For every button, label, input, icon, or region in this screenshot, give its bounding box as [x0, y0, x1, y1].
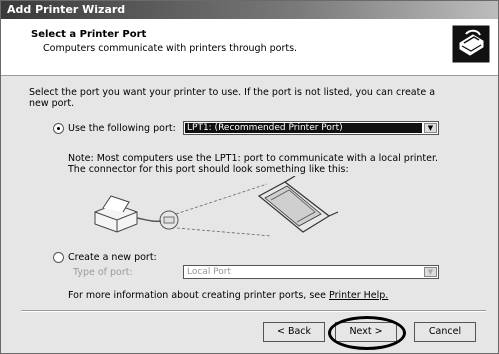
create-new-port-label[interactable]: Create a new port:: [68, 252, 157, 263]
printer-help-link[interactable]: Printer Help.: [329, 290, 388, 301]
more-info-text: For more information about creating prin…: [68, 290, 388, 301]
port-select[interactable]: LPT1: (Recommended Printer Port) ▼: [183, 121, 439, 135]
page-subtitle: Computers communicate with printers thro…: [43, 43, 298, 54]
title-bar: Add Printer Wizard: [1, 1, 498, 19]
wizard-header: Select a Printer Port Computers communic…: [1, 19, 498, 76]
create-new-port-radio[interactable]: [53, 252, 64, 263]
note-line-1: Note: Most computers use the LPT1: port …: [68, 153, 439, 164]
note-line-2: The connector for this port should look …: [68, 164, 349, 175]
use-following-port-label[interactable]: Use the following port:: [68, 123, 176, 134]
chevron-down-icon[interactable]: ▼: [424, 267, 437, 277]
cancel-button[interactable]: Cancel: [414, 322, 476, 342]
use-following-port-radio[interactable]: [53, 123, 64, 134]
chevron-down-icon[interactable]: ▼: [424, 123, 437, 133]
printer-parallel-cable-illustration: [94, 176, 339, 237]
type-of-port-label: Type of port:: [73, 267, 133, 278]
port-select-value: LPT1: (Recommended Printer Port): [185, 123, 422, 133]
more-info-label: For more information about creating prin…: [68, 290, 326, 301]
next-button-highlight-ellipse: [328, 316, 406, 350]
window-title: Add Printer Wizard: [7, 3, 126, 16]
footer-divider: [21, 310, 486, 312]
back-button[interactable]: < Back: [263, 322, 325, 342]
port-type-select[interactable]: Local Port ▼: [183, 265, 439, 279]
add-printer-wizard-window: Add Printer Wizard Select a Printer Port…: [0, 0, 499, 354]
port-type-select-value: Local Port: [187, 267, 232, 277]
page-title: Select a Printer Port: [31, 29, 147, 40]
instruction-line-2: new port.: [29, 98, 75, 109]
instruction-line-1: Select the port you want your printer to…: [29, 87, 436, 98]
printer-wizard-icon: [452, 25, 490, 63]
